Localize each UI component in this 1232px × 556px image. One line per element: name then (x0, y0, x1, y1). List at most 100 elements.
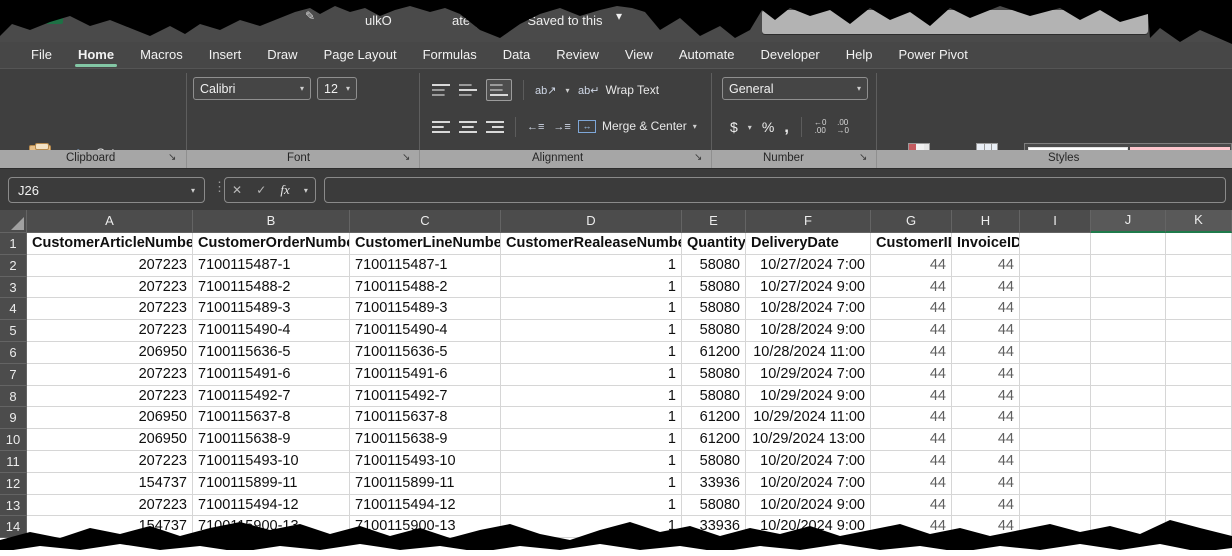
cell-A2[interactable]: 207223 (27, 255, 193, 277)
cell-I7[interactable] (1020, 364, 1091, 386)
cell-G12[interactable]: 44 (871, 473, 952, 495)
decrease-decimal-button[interactable]: .00→0 (836, 119, 848, 135)
cell-D6[interactable]: 1 (501, 342, 682, 364)
row-header-4[interactable]: 4 (0, 298, 27, 320)
cell-I4[interactable] (1020, 298, 1091, 320)
chevron-down-icon[interactable]: ▾ (565, 86, 569, 95)
cell-K12[interactable] (1166, 473, 1232, 495)
cell-D1[interactable]: CustomerRealeaseNumber (501, 233, 682, 255)
cell-E9[interactable]: 61200 (682, 407, 746, 429)
column-header-C[interactable]: C (350, 210, 501, 233)
cell-H12[interactable]: 44 (952, 473, 1020, 495)
column-header-K[interactable]: K (1166, 210, 1232, 233)
enter-icon[interactable]: ✓ (256, 183, 266, 197)
cell-D14[interactable]: 1 (501, 516, 682, 538)
cell-A6[interactable]: 206950 (27, 342, 193, 364)
cell-K1[interactable] (1166, 233, 1232, 255)
cell-E10[interactable]: 61200 (682, 429, 746, 451)
cell-J1[interactable] (1091, 233, 1166, 255)
cell-H2[interactable]: 44 (952, 255, 1020, 277)
cell-A12[interactable]: 154737 (27, 473, 193, 495)
cell-K4[interactable] (1166, 298, 1232, 320)
cell-J13[interactable] (1091, 495, 1166, 517)
cell-J10[interactable] (1091, 429, 1166, 451)
cell-G3[interactable]: 44 (871, 277, 952, 299)
font-size-combobox[interactable]: 12▾ (317, 77, 357, 100)
orientation-button[interactable]: ab↗ (535, 84, 556, 97)
cell-G14[interactable]: 44 (871, 516, 952, 538)
cell-B11[interactable]: 7100115493-10 (193, 451, 350, 473)
cell-F2[interactable]: 10/27/2024 7:00 (746, 255, 871, 277)
cell-E3[interactable]: 58080 (682, 277, 746, 299)
cell-I11[interactable] (1020, 451, 1091, 473)
tab-file[interactable]: File (18, 42, 65, 68)
align-center-button[interactable] (459, 120, 477, 134)
cell-B4[interactable]: 7100115489-3 (193, 298, 350, 320)
cell-F14[interactable]: 10/20/2024 9:00 (746, 516, 871, 538)
cell-A3[interactable]: 207223 (27, 277, 193, 299)
cell-B10[interactable]: 7100115638-9 (193, 429, 350, 451)
number-dialog-launcher-icon[interactable]: ↘ (859, 152, 867, 163)
search-box[interactable] (762, 10, 1148, 34)
cell-I12[interactable] (1020, 473, 1091, 495)
cell-H14[interactable]: 44 (952, 516, 1020, 538)
cell-F4[interactable]: 10/28/2024 7:00 (746, 298, 871, 320)
cell-B3[interactable]: 7100115488-2 (193, 277, 350, 299)
cell-A10[interactable]: 206950 (27, 429, 193, 451)
chevron-down-icon[interactable]: ▾ (616, 9, 622, 23)
row-header-12[interactable]: 12 (0, 473, 27, 495)
cell-A9[interactable]: 206950 (27, 407, 193, 429)
cell-E11[interactable]: 58080 (682, 451, 746, 473)
cell-E13[interactable]: 58080 (682, 495, 746, 517)
cell-B6[interactable]: 7100115636-5 (193, 342, 350, 364)
column-header-A[interactable]: A (27, 210, 193, 233)
cell-E5[interactable]: 58080 (682, 320, 746, 342)
cell-J12[interactable] (1091, 473, 1166, 495)
tab-macros[interactable]: Macros (127, 42, 196, 68)
cell-H3[interactable]: 44 (952, 277, 1020, 299)
cell-J5[interactable] (1091, 320, 1166, 342)
cell-G8[interactable]: 44 (871, 386, 952, 408)
cell-G2[interactable]: 44 (871, 255, 952, 277)
cell-A5[interactable]: 207223 (27, 320, 193, 342)
cell-C13[interactable]: 7100115494-12 (350, 495, 501, 517)
cell-K7[interactable] (1166, 364, 1232, 386)
cell-F8[interactable]: 10/29/2024 9:00 (746, 386, 871, 408)
cell-I8[interactable] (1020, 386, 1091, 408)
cell-F6[interactable]: 10/28/2024 11:00 (746, 342, 871, 364)
cell-E12[interactable]: 33936 (682, 473, 746, 495)
excel-logo-icon[interactable]: X (46, 7, 63, 24)
column-header-B[interactable]: B (193, 210, 350, 233)
tab-insert[interactable]: Insert (196, 42, 255, 68)
cell-A11[interactable]: 207223 (27, 451, 193, 473)
cell-H1[interactable]: InvoiceID (952, 233, 1020, 255)
tab-page-layout[interactable]: Page Layout (311, 42, 410, 68)
row-header-11[interactable]: 11 (0, 451, 27, 473)
column-header-E[interactable]: E (682, 210, 746, 233)
cell-H9[interactable]: 44 (952, 407, 1020, 429)
cell-F12[interactable]: 10/20/2024 7:00 (746, 473, 871, 495)
row-header-3[interactable]: 3 (0, 277, 27, 299)
cancel-icon[interactable]: ✕ (232, 183, 242, 197)
percent-button[interactable]: % (762, 119, 774, 135)
cell-J2[interactable] (1091, 255, 1166, 277)
cell-B14[interactable]: 7100115900-13 (193, 516, 350, 538)
cell-J4[interactable] (1091, 298, 1166, 320)
decrease-indent-button[interactable]: ←≡ (527, 121, 544, 133)
cell-G1[interactable]: CustomerID (871, 233, 952, 255)
cell-G13[interactable]: 44 (871, 495, 952, 517)
cell-E8[interactable]: 58080 (682, 386, 746, 408)
row-header-1[interactable]: 1 (0, 233, 27, 255)
cell-I3[interactable] (1020, 277, 1091, 299)
align-right-button[interactable] (486, 120, 504, 134)
chevron-down-icon[interactable]: ▾ (748, 123, 752, 132)
cell-B9[interactable]: 7100115637-8 (193, 407, 350, 429)
cell-B1[interactable]: CustomerOrderNumber (193, 233, 350, 255)
cell-C4[interactable]: 7100115489-3 (350, 298, 501, 320)
row-header-5[interactable]: 5 (0, 320, 27, 342)
cell-F3[interactable]: 10/27/2024 9:00 (746, 277, 871, 299)
cell-A7[interactable]: 207223 (27, 364, 193, 386)
tab-view[interactable]: View (612, 42, 666, 68)
cell-B12[interactable]: 7100115899-11 (193, 473, 350, 495)
number-format-combobox[interactable]: General▾ (722, 77, 868, 100)
